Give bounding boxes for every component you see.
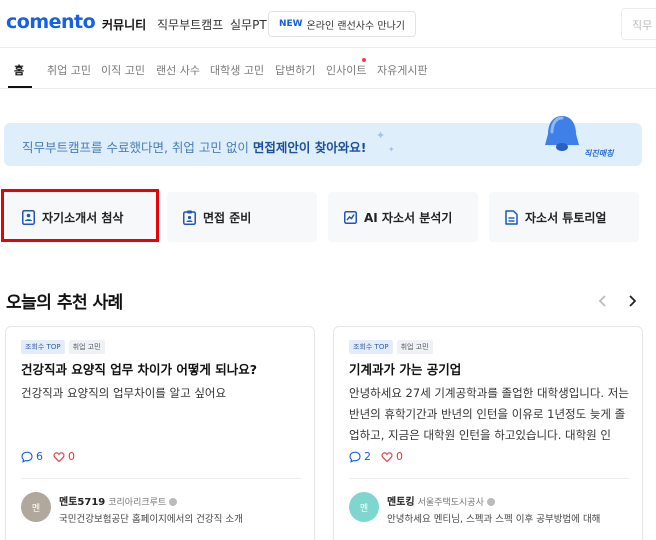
tab-job-concern[interactable]: 취업 고민 [47,62,91,78]
banner-text-bold: 면접제안이 찾아와요! [252,140,367,155]
nav-bootcamp[interactable]: 직무부트캠프 [157,16,223,33]
mentor-answer-preview: 국민건강보험공단 홈페이지에서의 건강직 소개 [59,514,243,525]
mentor-nickname: 멘토5719 [59,497,106,508]
card-body: 안녕하세요 27세 기계공학과를 졸업한 대학생입니다. 저는 반년의 휴학기간… [349,386,629,442]
mentor-company: 서울주택도시공사 [417,498,484,508]
mentor-answer-preview: 안녕하세요 멘티님, 스펙과 스펙 이후 공부방법에 대해 [387,514,601,525]
card-tags: 조회수 TOP 취업 고민 [349,340,433,354]
comment-icon [21,451,33,463]
promo-text: 온라인 랜선사수 만나기 [306,20,405,32]
tag-views-top: 조회수 TOP [349,340,393,354]
banner-label: 직진매칭 [584,149,614,158]
section-title: 오늘의 추천 사례 [6,293,123,313]
like-count-value: 0 [68,450,75,463]
next-arrow-icon[interactable] [625,294,639,308]
comment-count-value: 2 [364,450,371,463]
resume-tutorial-button[interactable]: 자소서 튜토리얼 [489,192,639,242]
mentor-company: 코리아리크루트 [108,498,167,508]
card-title[interactable]: 건강직과 요양직 업무 차이가 어떻게 되나요? [21,359,257,378]
tab-answer[interactable]: 답변하기 [275,62,315,78]
card-divider [21,478,301,479]
avatar[interactable]: 멘 [21,492,51,522]
like-count: 0 [53,450,75,463]
card-stats: 6 0 [21,450,85,463]
mentor-nickname: 멘토킹 [387,497,415,508]
comment-count-value: 6 [36,450,43,463]
sparkle-icon: ✦ [376,129,386,142]
mentor-name: 멘토5719 코리아리크루트 [59,493,178,508]
tab-home[interactable]: 홈 [14,62,24,78]
interview-prep-button[interactable]: 면접 준비 [167,192,317,242]
card-title[interactable]: 기계과가 가는 공기업 [349,359,461,378]
clipboard-icon [183,210,196,225]
ai-resume-analyzer-button[interactable]: AI 자소서 분석기 [328,192,478,242]
like-count: 0 [381,450,403,463]
card-divider [349,478,629,479]
mentor-name: 멘토킹 서울주택도시공사 [387,493,495,508]
active-tab-indicator [8,86,32,88]
heart-icon [381,451,393,462]
card-body: 건강직과 요양직의 업무차이를 알고 싶어요 [21,386,227,400]
nav-practice-pt[interactable]: 실무PT [230,16,267,33]
top-header: comento 커뮤니티 직무부트캠프 실무PT NEW 온라인 랜선사수 만나… [0,0,656,48]
tab-career-change[interactable]: 이직 고민 [101,62,145,78]
banner-text-lead: 직무부트캠프를 수료했다면, 취업 고민 없이 [22,140,253,155]
like-count-value: 0 [396,450,403,463]
file-icon [505,209,518,225]
tab-free-board[interactable]: 자유게시판 [377,62,428,78]
recommend-card[interactable]: 조회수 TOP 취업 고민 건강직과 요양직 업무 차이가 어떻게 되나요? 건… [5,326,315,540]
category-tabs: 홈 취업 고민 이직 고민 랜선 사수 대학생 고민 답변하기 인사이트 자유게… [0,49,656,89]
nav-community[interactable]: 커뮤니티 [102,16,146,33]
tag-views-top: 조회수 TOP [21,340,65,354]
interview-prep-label: 면접 준비 [203,210,252,225]
recommend-card[interactable]: 조회수 TOP 취업 고민 기계과가 가는 공기업 안녕하세요 27세 기계공학… [333,326,643,540]
tag-category: 취업 고민 [68,340,105,354]
comento-logo[interactable]: comento [6,11,96,33]
tab-lan-mentor[interactable]: 랜선 사수 [156,62,200,78]
heart-icon [53,451,65,462]
comment-count: 6 [21,450,43,463]
card-tags: 조회수 TOP 취업 고민 [21,340,105,354]
highlight-box [1,189,159,242]
verified-icon [169,498,178,506]
verified-icon [486,498,495,506]
card-stats: 2 0 [349,450,413,463]
search-input[interactable]: 직무 [621,8,656,40]
new-badge: NEW [279,19,303,29]
comment-icon [349,451,361,463]
promo-pill[interactable]: NEW 온라인 랜선사수 만나기 [268,11,416,37]
tag-category: 취업 고민 [396,340,433,354]
new-dot-indicator [362,58,366,62]
bell-icon [545,116,579,151]
prev-arrow-icon[interactable] [596,294,610,308]
avatar[interactable]: 멘 [349,492,379,522]
tab-student-concern[interactable]: 대학생 고민 [210,62,264,78]
comment-count: 2 [349,450,371,463]
resume-tutorial-label: 자소서 튜토리얼 [525,210,607,225]
tab-insight[interactable]: 인사이트 [326,62,366,78]
sparkle-icon-small: ✦ [388,145,395,154]
ai-resume-analyzer-label: AI 자소서 분석기 [364,210,453,225]
banner-text: 직무부트캠프를 수료했다면, 취업 고민 없이 면접제안이 찾아와요! [22,137,366,156]
chart-icon [344,210,357,224]
